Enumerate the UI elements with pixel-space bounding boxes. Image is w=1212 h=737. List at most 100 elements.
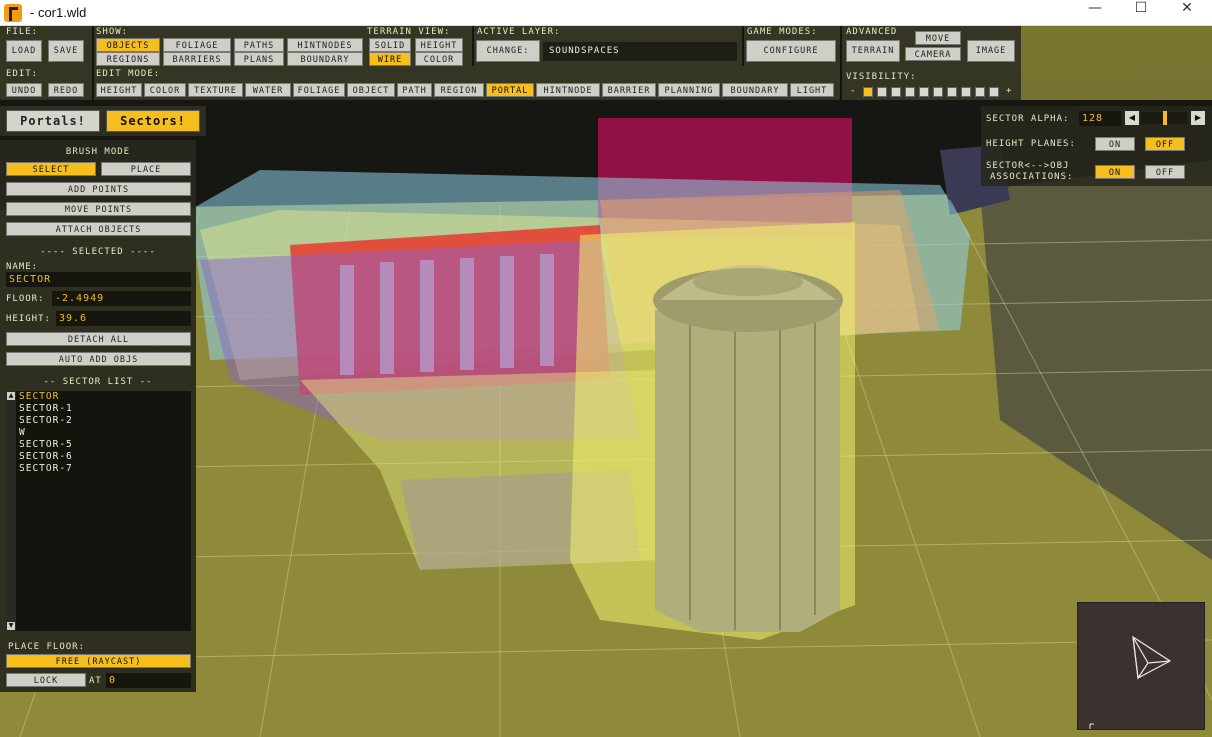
sectors-tab[interactable]: Sectors! <box>106 110 200 132</box>
mode-light-button[interactable]: Light <box>790 83 834 97</box>
separator <box>472 26 474 66</box>
height-planes-label: Height Planes: <box>986 139 1076 149</box>
redo-button[interactable]: Redo <box>48 83 84 97</box>
visibility-level-7[interactable] <box>947 87 957 97</box>
visibility-level-4[interactable] <box>905 87 915 97</box>
name-label: Name: <box>6 262 39 272</box>
visibility-level-2[interactable] <box>877 87 887 97</box>
file-label: File: <box>6 27 39 37</box>
show-paths-toggle[interactable]: Paths <box>234 38 284 52</box>
show-regions-toggle[interactable]: Regions <box>96 52 160 66</box>
show-barriers-toggle[interactable]: Barriers <box>163 52 231 66</box>
move-points-button[interactable]: Move Points <box>6 202 191 216</box>
height-planes-off-button[interactable]: Off <box>1145 137 1185 151</box>
terrain-wire-button[interactable]: Wire <box>369 52 411 66</box>
app-icon <box>4 4 22 22</box>
minimize-button[interactable]: — <box>1072 0 1118 26</box>
place-brush-button[interactable]: Place <box>101 162 191 176</box>
visibility-level-6[interactable] <box>933 87 943 97</box>
associations-on-button[interactable]: On <box>1095 165 1135 179</box>
visibility-level-1[interactable] <box>863 87 873 97</box>
separator <box>840 26 842 100</box>
list-item[interactable]: Sector-7 <box>19 463 73 474</box>
at-label: At <box>89 676 102 686</box>
maximize-button[interactable]: ☐ <box>1118 0 1164 26</box>
mode-barrier-button[interactable]: Barrier <box>602 83 656 97</box>
visibility-level-3[interactable] <box>891 87 901 97</box>
associations-off-button[interactable]: Off <box>1145 165 1185 179</box>
advanced-label: Advanced <box>846 27 898 37</box>
scroll-down-icon[interactable]: ▼ <box>7 622 15 630</box>
mode-portal-button[interactable]: Portal <box>486 83 534 97</box>
sector-name-field[interactable]: SECTOR <box>6 272 191 287</box>
assoc-label-1: Sector<-->Obj <box>986 161 1070 171</box>
image-button[interactable]: Image <box>967 40 1015 62</box>
mode-foliage-button[interactable]: Foliage <box>293 83 345 97</box>
visibility-level-10[interactable] <box>989 87 999 97</box>
list-scrollbar[interactable]: ▲ ▼ <box>6 391 16 631</box>
show-foliage-toggle[interactable]: Foliage <box>163 38 231 52</box>
visibility-level-5[interactable] <box>919 87 929 97</box>
visibility-level-9[interactable] <box>975 87 985 97</box>
scroll-up-icon[interactable]: ▲ <box>7 392 15 400</box>
mode-color-button[interactable]: Color <box>144 83 186 97</box>
at-field[interactable]: 0 <box>106 673 191 688</box>
mode-planning-button[interactable]: Planning <box>658 83 720 97</box>
visibility-plus-button[interactable]: + <box>1006 86 1012 96</box>
terrain-button[interactable]: Terrain <box>846 40 900 62</box>
visibility-minus-button[interactable]: - <box>850 86 856 96</box>
select-brush-button[interactable]: Select <box>6 162 96 176</box>
separator <box>742 26 744 66</box>
sector-list[interactable]: ▲ ▼ SECTOR Sector-1 Sector-2 W Sector-5 … <box>6 391 191 631</box>
list-item[interactable]: SECTOR <box>19 391 59 402</box>
terrain-view-label: Terrain View: <box>367 27 451 37</box>
active-layer-field[interactable]: SoundSpaces <box>543 42 737 61</box>
window-title: - cor1.wld <box>30 5 87 20</box>
alpha-slider-handle[interactable] <box>1163 111 1167 125</box>
alpha-increase-icon[interactable]: ▶ <box>1191 111 1205 125</box>
mode-region-button[interactable]: Region <box>434 83 484 97</box>
free-raycast-button[interactable]: Free (Raycast) <box>6 654 191 668</box>
mode-boundary-button[interactable]: Boundary <box>722 83 788 97</box>
list-item[interactable]: Sector-5 <box>19 439 73 450</box>
auto-add-objs-button[interactable]: Auto Add Objs <box>6 352 191 366</box>
list-item[interactable]: Sector-1 <box>19 403 73 414</box>
detach-all-button[interactable]: Detach All <box>6 332 191 346</box>
visibility-level-8[interactable] <box>961 87 971 97</box>
height-planes-on-button[interactable]: On <box>1095 137 1135 151</box>
show-hintnodes-toggle[interactable]: HintNodes <box>287 38 363 52</box>
show-objects-toggle[interactable]: Objects <box>96 38 160 52</box>
mode-object-button[interactable]: Object <box>347 83 395 97</box>
mode-water-button[interactable]: Water <box>245 83 291 97</box>
height-field[interactable]: 39.6 <box>56 311 191 326</box>
list-item[interactable]: W <box>19 427 26 438</box>
lock-button[interactable]: Lock <box>6 673 86 687</box>
change-layer-button[interactable]: Change: <box>476 40 540 62</box>
terrain-color-button[interactable]: Color <box>415 52 463 66</box>
mode-texture-button[interactable]: Texture <box>188 83 243 97</box>
orientation-miniview[interactable] <box>1077 602 1205 730</box>
attach-objects-button[interactable]: Attach Objects <box>6 222 191 236</box>
terrain-height-button[interactable]: Height <box>415 38 463 52</box>
sector-alpha-value[interactable]: 128 <box>1079 111 1121 126</box>
undo-button[interactable]: Undo <box>6 83 42 97</box>
list-item[interactable]: Sector-2 <box>19 415 73 426</box>
mode-height-button[interactable]: Height <box>96 83 142 97</box>
mode-hintnode-button[interactable]: HintNode <box>536 83 600 97</box>
load-button[interactable]: Load <box>6 40 42 62</box>
close-button[interactable]: ✕ <box>1164 0 1210 26</box>
separator <box>92 26 94 100</box>
add-points-button[interactable]: Add Points <box>6 182 191 196</box>
terrain-solid-button[interactable]: Solid <box>369 38 411 52</box>
show-plans-toggle[interactable]: Plans <box>234 52 284 66</box>
camera-button[interactable]: Camera <box>905 47 961 61</box>
floor-field[interactable]: -2.4949 <box>52 291 191 306</box>
show-boundary-toggle[interactable]: Boundary <box>287 52 363 66</box>
configure-button[interactable]: Configure <box>746 40 836 62</box>
mode-path-button[interactable]: Path <box>397 83 432 97</box>
alpha-decrease-icon[interactable]: ◀ <box>1125 111 1139 125</box>
portals-tab[interactable]: Portals! <box>6 110 100 132</box>
list-item[interactable]: Sector-6 <box>19 451 73 462</box>
move-button[interactable]: Move <box>915 31 961 45</box>
save-button[interactable]: Save <box>48 40 84 62</box>
